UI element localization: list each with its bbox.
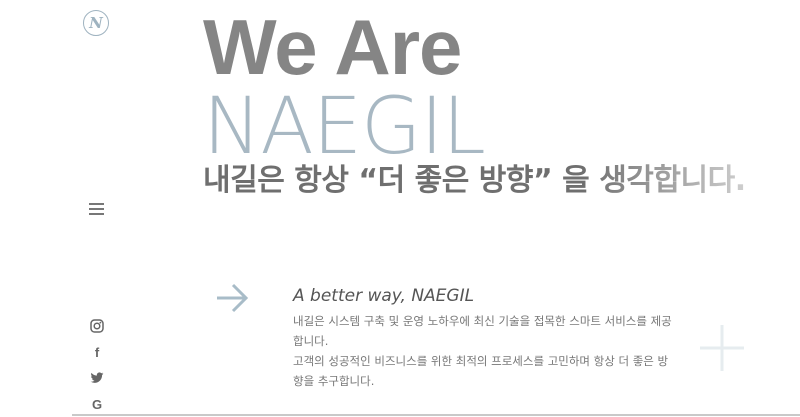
intro-subheading: A better way, NAEGIL xyxy=(293,286,475,306)
google-icon[interactable]: G xyxy=(88,395,106,413)
hero-heading-line2: NAEGIL xyxy=(203,82,486,172)
logo-letter: N xyxy=(89,14,103,32)
twitter-glyph xyxy=(90,372,104,383)
hero-heading-line1: We Are xyxy=(203,3,462,91)
sidebar: N f G xyxy=(0,0,190,417)
menu-bar xyxy=(89,203,104,205)
twitter-icon[interactable] xyxy=(88,369,106,387)
intro-paragraph-1: 내길은 시스템 구축 및 운영 노하우에 최신 기술을 접목한 스마트 서비스를… xyxy=(293,314,672,348)
facebook-icon[interactable]: f xyxy=(88,343,106,361)
naegil-logo[interactable]: N xyxy=(83,10,109,36)
hamburger-icon[interactable] xyxy=(89,202,104,215)
arrow-right-icon xyxy=(217,283,249,313)
plus-icon xyxy=(700,325,744,371)
menu-bar xyxy=(89,208,104,210)
instagram-glyph xyxy=(90,319,104,333)
intro-paragraph-2: 고객의 성공적인 비즈니스를 위한 최적의 프로세스를 고민하며 항상 더 좋은… xyxy=(293,354,669,388)
divider xyxy=(72,414,800,416)
menu-bar xyxy=(89,213,104,215)
instagram-icon[interactable] xyxy=(88,317,106,335)
hero-tagline: 내길은 항상 “더 좋은 방향” 을 생각합니다. xyxy=(203,160,746,202)
facebook-glyph: f xyxy=(94,344,100,360)
intro-description: 내길은 시스템 구축 및 운영 노하우에 최신 기술을 접목한 스마트 서비스를… xyxy=(293,311,675,391)
google-glyph: G xyxy=(91,396,103,412)
